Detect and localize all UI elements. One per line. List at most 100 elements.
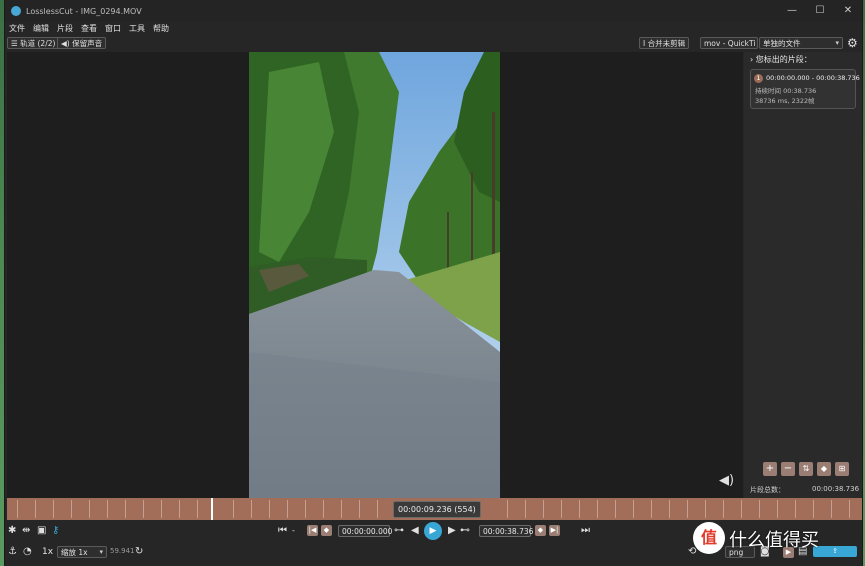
play-button[interactable]: ▶ [424, 522, 442, 540]
timeline-tick [633, 500, 634, 518]
playhead[interactable] [211, 498, 213, 520]
timeline-tick [705, 500, 706, 518]
timeline-tick [723, 500, 724, 518]
jump-start-icon[interactable]: ⏮ [278, 525, 287, 537]
total-label: 片段总数： [750, 486, 785, 494]
set-start-button[interactable]: |◀ [307, 525, 318, 536]
timeline-tick [377, 500, 378, 518]
next-keyframe-icon[interactable]: ⊷ [460, 525, 470, 537]
end-time-input[interactable]: 00:00:38.736 [479, 525, 533, 537]
output-mode-select[interactable]: 单独的文件 ▾ [759, 37, 843, 49]
timeline-tick [543, 500, 544, 518]
key-icon[interactable]: ⚷ [52, 525, 59, 537]
timeline-tick [759, 500, 760, 518]
zoom-select-value: 缩放 1x [61, 548, 88, 557]
timeline-tick [179, 500, 180, 518]
timeline-tick [813, 500, 814, 518]
sort-segments-button[interactable]: ⇅ [799, 462, 813, 476]
app-logo-icon [11, 6, 21, 16]
timeline-tick [615, 500, 616, 518]
menu-segments[interactable]: 片段 [53, 22, 77, 36]
start-time-input[interactable]: 00:00:00.000 [338, 525, 392, 537]
timeline-tick [269, 500, 270, 518]
total-value: 00:00:38.736 [812, 485, 860, 493]
current-time-display: 00:00:09.236 (554) [393, 501, 481, 518]
segments-header: › 您标出的片段： [750, 54, 812, 65]
format-select[interactable]: mov - QuickTi [700, 37, 758, 49]
timeline-tick [597, 500, 598, 518]
prev-frame-icon[interactable]: ◀ [411, 525, 419, 537]
anchor-icon[interactable]: ⚓ [8, 546, 17, 558]
watermark: 值 什么值得买 [693, 520, 863, 562]
next-frame-icon[interactable]: ▶ [448, 525, 456, 537]
timer-icon[interactable]: ◔ [23, 546, 32, 558]
menu-edit[interactable]: 编辑 [29, 22, 53, 36]
maximize-button[interactable]: ☐ [808, 4, 832, 18]
keep-audio-label: 保留声音 [72, 39, 103, 48]
speaker-icon: ◀) [61, 39, 73, 48]
segment-range: 00:00:00.000 - 00:00:38.736 [766, 74, 860, 82]
jump-cut-end-button[interactable]: ◆ [535, 525, 546, 536]
segments-header-label: 您标出的片段： [755, 55, 812, 64]
segment-number: 1 [754, 74, 763, 83]
fps-value: 59.941 [110, 547, 135, 555]
timeline-tick [161, 500, 162, 518]
dash-icon: - [292, 526, 295, 535]
title-bar: LosslessCut - IMG_0294.MOV — ☐ ✕ [5, 0, 862, 22]
menu-view[interactable]: 查看 [77, 22, 101, 36]
timeline-tick [107, 500, 108, 518]
refresh-icon[interactable]: ↻ [135, 546, 143, 558]
menu-file[interactable]: 文件 [5, 22, 29, 36]
remove-segment-button[interactable]: − [781, 462, 795, 476]
jump-cut-start-button[interactable]: ◆ [321, 525, 332, 536]
timeline-tick [561, 500, 562, 518]
settings-icon[interactable]: ✱ [8, 525, 16, 537]
jump-end-icon[interactable]: ⏭ [581, 525, 590, 537]
timeline-tick [687, 500, 688, 518]
set-end-button[interactable]: ▶| [549, 525, 560, 536]
split-icon[interactable]: ⇹ [22, 525, 30, 537]
timeline-tick [197, 500, 198, 518]
app-window: LosslessCut - IMG_0294.MOV — ☐ ✕ 文件 编辑 片… [4, 0, 863, 566]
timeline-tick [35, 500, 36, 518]
prev-keyframe-icon[interactable]: ⊶ [394, 525, 404, 537]
video-frame [249, 52, 500, 498]
timeline-tick [287, 500, 288, 518]
zoom-select[interactable]: 缩放 1x ▾ [57, 546, 107, 558]
menu-tools[interactable]: 工具 [125, 22, 149, 36]
minimize-button[interactable]: — [780, 4, 804, 18]
timeline-tick [341, 500, 342, 518]
merge-button[interactable]: I 合并未剪辑 [639, 37, 690, 49]
gear-icon[interactable]: ⚙ [847, 37, 858, 49]
timeline-tick [777, 500, 778, 518]
timeline-tick [831, 500, 832, 518]
timeline-tick [71, 500, 72, 518]
keep-audio-button[interactable]: ◀) 保留声音 [57, 37, 107, 49]
segments-sidebar: › 您标出的片段： 1 00:00:00.000 - 00:00:38.736 … [744, 52, 862, 498]
menu-help[interactable]: 帮助 [149, 22, 173, 36]
menu-window[interactable]: 窗口 [101, 22, 125, 36]
format-value: mov - QuickTi [704, 39, 756, 48]
timeline-tick [741, 500, 742, 518]
image-icon[interactable]: ▣ [37, 525, 46, 537]
timeline-tick [795, 500, 796, 518]
timeline-tick [17, 500, 18, 518]
timeline-tick [849, 500, 850, 518]
timeline-tick [651, 500, 652, 518]
timeline-tick [233, 500, 234, 518]
tracks-label: 轨道 (2/2) [20, 39, 56, 48]
timeline-tick [125, 500, 126, 518]
timeline[interactable]: 00:00:09.236 (554) [7, 498, 862, 520]
volume-icon[interactable]: ◀) [719, 474, 734, 487]
split-segments-button[interactable]: ⊞ [835, 462, 849, 476]
window-title: LosslessCut - IMG_0294.MOV [26, 6, 142, 16]
timeline-tick [669, 500, 670, 518]
add-segment-button[interactable]: + [763, 462, 777, 476]
close-button[interactable]: ✕ [836, 4, 860, 18]
tag-icon[interactable]: ◆ [817, 462, 831, 476]
video-image [249, 52, 500, 498]
output-mode-value: 单独的文件 [763, 39, 801, 48]
segment-item[interactable]: 1 00:00:00.000 - 00:00:38.736 持续时间 00:38… [750, 69, 860, 109]
watermark-logo: 值 [693, 522, 725, 554]
tracks-button[interactable]: ☰ 轨道 (2/2) [7, 37, 60, 49]
